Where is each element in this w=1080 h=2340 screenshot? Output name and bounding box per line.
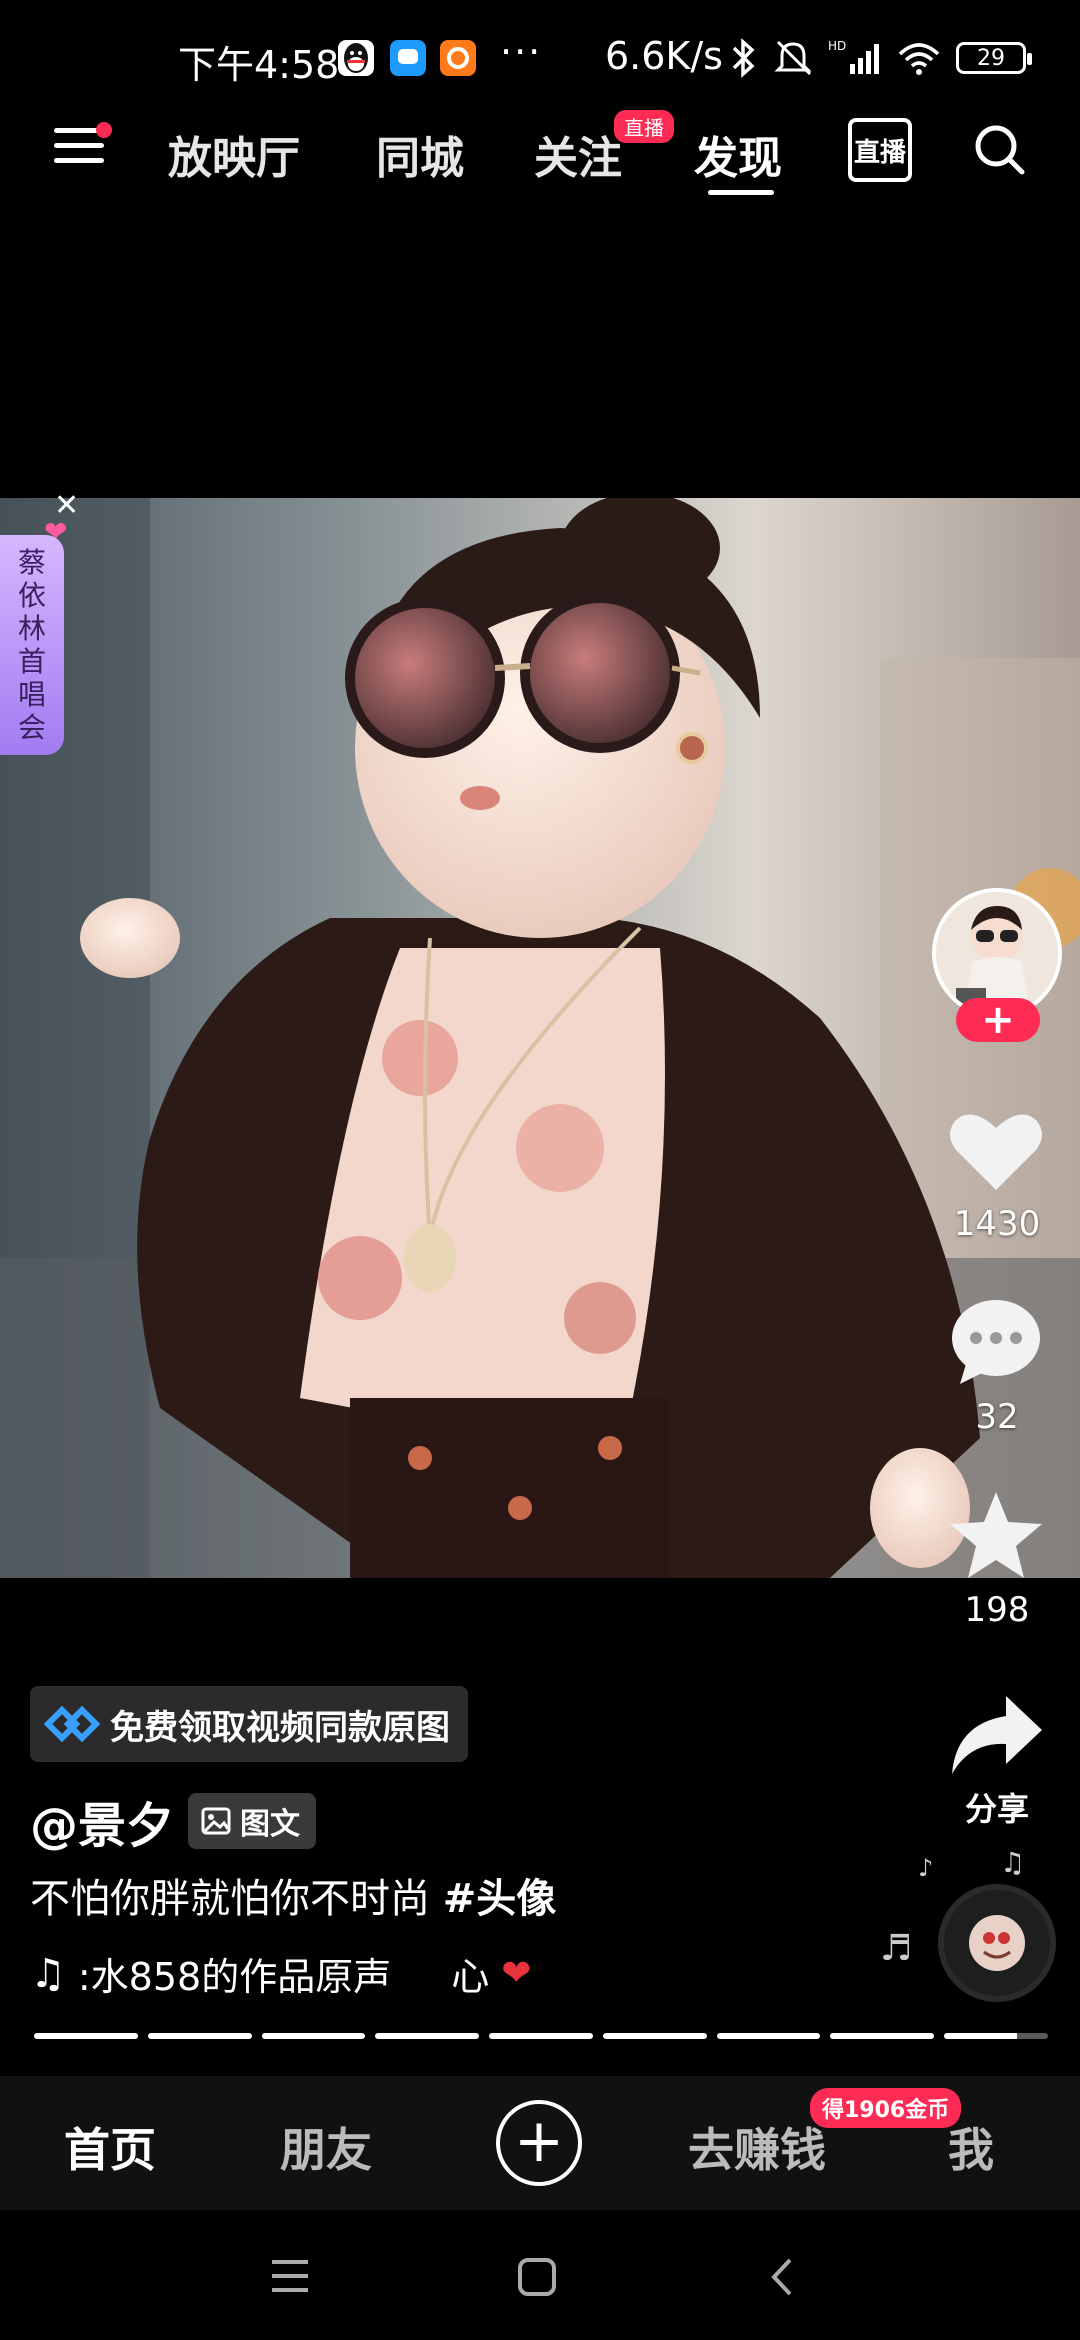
favorite-star-icon[interactable]	[946, 1490, 1046, 1580]
wifi-icon	[898, 43, 940, 75]
chat-bubble-icon	[390, 40, 426, 76]
notification-dot	[96, 122, 112, 138]
floating-note-icon: ♬	[880, 1928, 913, 1969]
follow-button[interactable]: +	[956, 998, 1040, 1042]
tab-earn[interactable]: 去赚钱	[688, 2114, 826, 2180]
author-name[interactable]: @景夕	[30, 1786, 174, 1856]
progress-segment	[716, 2033, 821, 2039]
floating-note-icon: ♪	[918, 1854, 934, 1882]
home-nav-icon[interactable]	[516, 2256, 558, 2298]
progress-segment	[830, 2033, 935, 2039]
create-post-button[interactable]: +	[496, 2100, 582, 2186]
more-notifications-icon: ···	[500, 30, 543, 74]
concert-char: 会	[17, 711, 46, 744]
diamond-link-icon	[44, 1705, 100, 1743]
concert-char: 首	[17, 645, 46, 678]
status-time: 下午4:58	[178, 43, 340, 87]
favorite-count: 198	[964, 1590, 1030, 1630]
music-note-icon: ♫	[30, 1950, 66, 1997]
tab-nearby[interactable]: 同城	[376, 122, 464, 186]
concert-char: 林	[17, 612, 46, 645]
image-progress-bar	[34, 2033, 1049, 2039]
tab-home[interactable]: 首页	[64, 2114, 156, 2180]
top-nav: 放映厅 同城 关注 直播 发现 直播	[0, 110, 1080, 220]
concert-badge[interactable]: 蔡 依 林 首 唱 会	[0, 535, 64, 755]
broken-heart-icon: ❤	[501, 1953, 532, 1994]
like-heart-icon[interactable]	[946, 1106, 1046, 1196]
progress-segment-fill	[602, 2033, 707, 2039]
hashtag-link[interactable]: #头像	[443, 1876, 557, 1922]
recent-apps-icon[interactable]	[268, 2256, 312, 2296]
image-icon	[201, 1807, 231, 1835]
battery-indicator: 29	[956, 42, 1032, 74]
post-caption: 不怕你胖就怕你不时尚 #头像	[30, 1866, 556, 1924]
music-row[interactable]: ♫ :水858的作品原声 心 ❤	[30, 1946, 531, 2001]
progress-segment-fill	[489, 2033, 593, 2039]
comment-icon[interactable]	[946, 1296, 1046, 1386]
orange-app-icon	[440, 40, 476, 76]
share-label: 分享	[964, 1790, 1029, 1828]
progress-segment-fill	[34, 2033, 138, 2039]
status-icons: HD 29	[728, 36, 1032, 80]
music-disc[interactable]	[938, 1884, 1056, 2002]
progress-segment	[261, 2033, 366, 2039]
progress-segment-fill	[716, 2033, 821, 2039]
bottom-tab-bar: 首页 朋友 + 去赚钱 得1906金币 我	[0, 2076, 1080, 2210]
progress-segment	[602, 2033, 707, 2039]
bluetooth-icon	[732, 38, 755, 78]
tab-me[interactable]: 我	[948, 2114, 994, 2180]
author-row: @景夕 图文	[30, 1786, 317, 1856]
share-arrow-icon[interactable]	[946, 1690, 1046, 1780]
music-title-suffix: 心	[451, 1955, 490, 1999]
caption-text: 不怕你胖就怕你不时尚	[30, 1876, 443, 1922]
tab-following[interactable]: 关注	[534, 122, 622, 186]
mute-icon	[774, 40, 812, 76]
progress-segment-fill	[944, 2033, 1017, 2039]
progress-segment	[944, 2033, 1049, 2039]
concert-char: 蔡	[17, 546, 46, 579]
signal-icon: HD	[828, 39, 879, 74]
concert-char: 唱	[17, 678, 46, 711]
tab-cinema[interactable]: 放映厅	[168, 122, 300, 186]
progress-segment	[34, 2033, 138, 2039]
progress-segment-fill	[261, 2033, 366, 2039]
qq-icon	[338, 40, 374, 76]
status-bar: 下午4:58 ··· 6.6K/s HD 29	[0, 0, 1080, 110]
post-type-label: 图文	[240, 1807, 301, 1842]
svg-text:HD: HD	[828, 39, 846, 53]
live-tv-icon[interactable]: 直播	[848, 118, 912, 182]
concert-char: 依	[17, 579, 46, 612]
progress-segment-fill	[147, 2033, 252, 2039]
progress-segment	[489, 2033, 593, 2039]
promo-label: 免费领取视频同款原图	[110, 1707, 450, 1748]
menu-icon[interactable]	[54, 122, 112, 178]
progress-segment	[375, 2033, 480, 2039]
system-nav-bar	[0, 2210, 1080, 2340]
progress-segment-fill	[830, 2033, 935, 2039]
post-image[interactable]	[0, 498, 1080, 1578]
tab-discover[interactable]: 发现	[694, 122, 782, 186]
post-type-tag: 图文	[188, 1793, 317, 1849]
free-original-image-chip[interactable]: 免费领取视频同款原图	[30, 1686, 468, 1762]
floating-note-icon: ♫	[1000, 1846, 1026, 1879]
coin-reward-badge: 得1906金币	[810, 2088, 962, 2128]
back-nav-icon[interactable]	[766, 2254, 798, 2300]
live-tv-label: 直播	[853, 137, 906, 168]
comment-count: 32	[975, 1397, 1019, 1437]
tab-friends[interactable]: 朋友	[280, 2114, 372, 2180]
network-speed: 6.6K/s	[605, 34, 723, 78]
like-count: 1430	[953, 1204, 1041, 1244]
live-badge: 直播	[614, 110, 674, 143]
music-title: :水858的作品原声	[77, 1955, 392, 1999]
active-tab-indicator	[708, 190, 774, 195]
search-icon[interactable]	[972, 122, 1028, 178]
progress-segment	[147, 2033, 252, 2039]
progress-segment-fill	[375, 2033, 480, 2039]
